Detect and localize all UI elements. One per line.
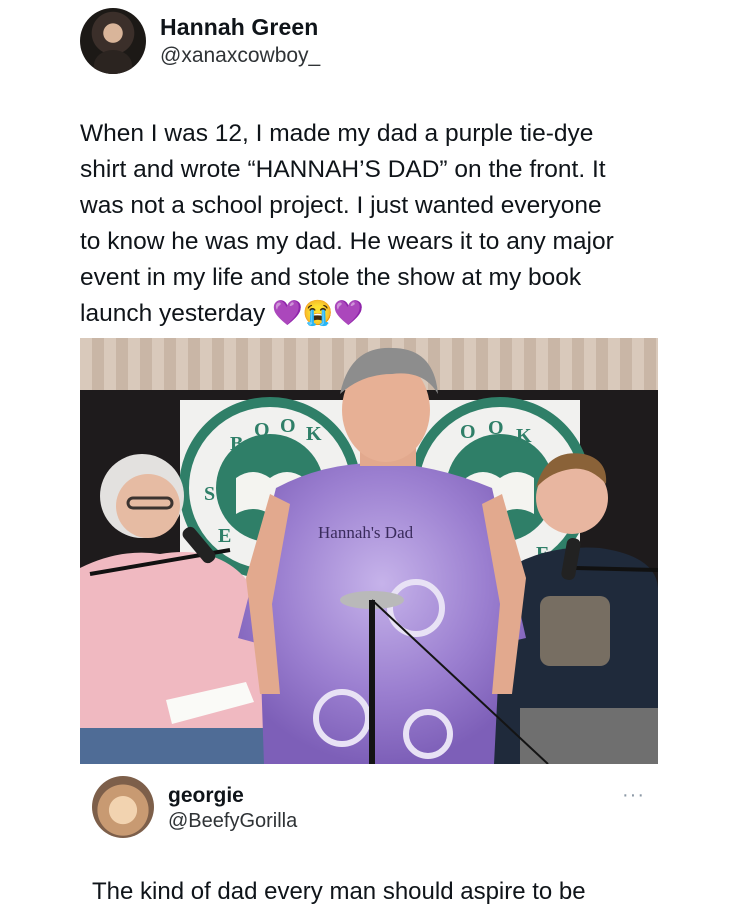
banner-letter: B — [230, 433, 243, 455]
reply-author-handle[interactable]: @BeefyGorilla — [168, 810, 297, 833]
author-avatar[interactable] — [80, 8, 146, 74]
reply-avatar[interactable] — [92, 776, 154, 838]
reply-text: The kind of dad every man should aspire … — [92, 878, 586, 905]
post-text-line: shirt and wrote “HANNAH’S DAD” on the fr… — [80, 156, 606, 183]
author-name[interactable]: Hannah Green — [160, 14, 318, 41]
reply-author-name[interactable]: georgie — [168, 784, 244, 808]
banner-letter: O — [254, 419, 270, 441]
post-text: When I was 12, I made my dad a purple ti… — [80, 116, 680, 332]
banner-letter: K — [306, 423, 322, 445]
more-options-icon[interactable]: ··· — [622, 784, 645, 807]
post-text-line: to know he was my dad. He wears it to an… — [80, 228, 614, 255]
banner-letter: O — [488, 417, 504, 439]
banner-letter: O — [460, 421, 476, 443]
banner-letter: O — [280, 415, 296, 437]
post-text-line: was not a school project. I just wanted … — [80, 192, 602, 219]
banner-letter: E — [218, 525, 231, 547]
post-text-line: launch yesterday 💜😭💜 — [80, 300, 364, 327]
post-text-line: event in my life and stole the show at m… — [80, 264, 582, 291]
shirt-text: Hannah's Dad — [318, 523, 414, 542]
post-text-line: When I was 12, I made my dad a purple ti… — [80, 120, 594, 147]
author-handle[interactable]: @xanaxcowboy_ — [160, 44, 320, 68]
banner-letter: S — [204, 483, 215, 505]
book-launch-photo: B O O K S E O O K E IC OB NS — [80, 338, 658, 764]
post-photo[interactable]: B O O K S E O O K E IC OB NS — [80, 338, 658, 764]
banner-letter: K — [516, 425, 532, 447]
